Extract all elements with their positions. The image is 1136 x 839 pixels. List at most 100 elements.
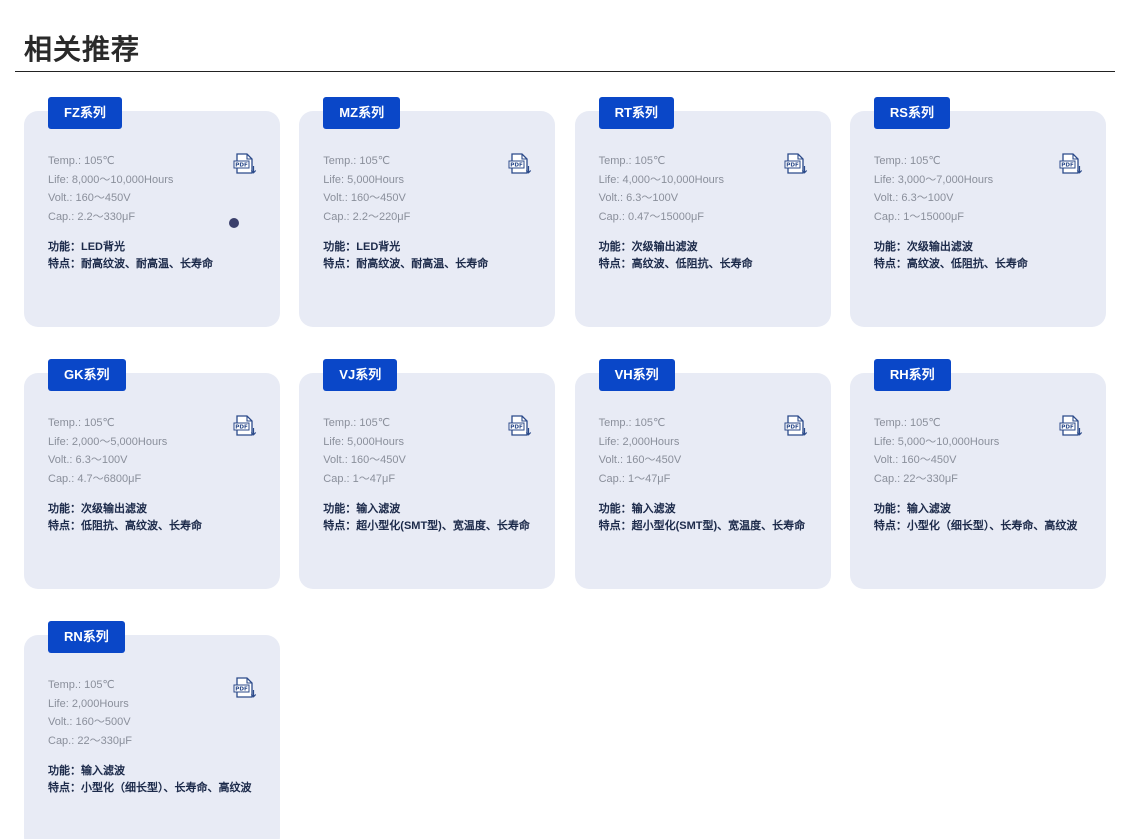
features-value: 低阻抗、高纹波、长寿命 <box>81 520 202 532</box>
spec-list: Temp.: 105℃ Life: 2,000Hours Volt.: 160～… <box>599 414 682 489</box>
svg-text:PDF: PDF <box>511 163 524 169</box>
product-card[interactable]: RN系列 Temp.: 105℃ Life: 2,000Hours Volt.:… <box>24 621 280 839</box>
spec-cap: Cap.: 22～330μF <box>874 470 999 489</box>
spec-temp-value: 105℃ <box>84 679 115 691</box>
spec-volt-value: 160～450V <box>626 454 682 467</box>
spec-list: Temp.: 105℃ Life: 4,000～10,000Hours Volt… <box>599 152 724 227</box>
features-line: 特点：耐高纹波、耐高温、长寿命 <box>48 256 256 273</box>
function-value: 次级输出滤波 <box>631 241 698 253</box>
spec-temp-label: Temp.: <box>323 155 357 167</box>
series-badge[interactable]: FZ系列 <box>48 97 122 129</box>
spec-temp: Temp.: 105℃ <box>874 414 999 433</box>
series-badge[interactable]: RN系列 <box>48 621 125 653</box>
spec-temp-value: 105℃ <box>84 417 115 429</box>
pdf-download-icon[interactable]: PDF <box>784 153 808 175</box>
features-value: 超小型化(SMT型)、宽温度、长寿命 <box>631 520 806 532</box>
series-badge[interactable]: RH系列 <box>873 359 951 391</box>
product-card[interactable]: RH系列 Temp.: 105℃ Life: 5,000～10,000Hours… <box>849 359 1106 589</box>
spec-temp-label: Temp.: <box>598 155 632 167</box>
spec-list: Temp.: 105℃ Life: 8,000～10,000Hours Volt… <box>48 152 173 227</box>
features-line: 特点：超小型化(SMT型)、宽温度、长寿命 <box>323 518 531 535</box>
pdf-download-icon[interactable]: PDF <box>508 415 532 437</box>
features-label: 特点： <box>598 258 632 270</box>
spec-life-label: Life: <box>598 435 620 448</box>
features-label: 特点： <box>873 258 907 270</box>
function-value: LED背光 <box>356 241 401 253</box>
function-label: 功能： <box>873 241 907 253</box>
series-badge[interactable]: VH系列 <box>598 359 675 391</box>
spec-volt-value: 6.3～100V <box>626 192 679 205</box>
product-card[interactable]: GK系列 Temp.: 105℃ Life: 2,000～5,000Hours … <box>24 359 280 589</box>
spec-temp-label: Temp.: <box>598 417 632 429</box>
pdf-download-icon[interactable]: PDF <box>1059 153 1083 175</box>
svg-text:PDF: PDF <box>235 163 248 169</box>
function-line: 功能：输入滤波 <box>48 763 256 780</box>
function-line: 功能：输入滤波 <box>323 501 531 518</box>
card-description: 功能：次级输出滤波 特点：低阻抗、高纹波、长寿命 <box>48 501 256 535</box>
spec-temp: Temp.: 105℃ <box>48 676 132 695</box>
spec-temp-label: Temp.: <box>48 155 82 167</box>
spec-cap: Cap.: 0.47～15000μF <box>599 208 724 227</box>
features-label: 特点： <box>598 520 632 532</box>
spec-temp-value: 105℃ <box>634 417 666 429</box>
page: 相关推荐 FZ系列 Temp.: 105℃ Life: 8,000～10,000… <box>0 0 1136 839</box>
spec-volt-label: Volt.: <box>48 454 73 467</box>
spec-life: Life: 2,000～5,000Hours <box>48 433 167 452</box>
features-label: 特点： <box>323 520 357 532</box>
product-card[interactable]: RS系列 Temp.: 105℃ Life: 3,000～7,000Hours … <box>849 97 1106 327</box>
series-badge[interactable]: RT系列 <box>598 97 674 129</box>
product-card[interactable]: RT系列 Temp.: 105℃ Life: 4,000～10,000Hours… <box>574 97 831 327</box>
spec-temp-label: Temp.: <box>48 417 82 429</box>
spec-cap-value: 22～330μF <box>77 735 133 748</box>
spec-cap: Cap.: 22～330μF <box>48 732 132 751</box>
spec-life: Life: 5,000Hours <box>323 171 410 190</box>
spec-life: Life: 8,000～10,000Hours <box>48 171 173 190</box>
pdf-download-icon[interactable]: PDF <box>233 677 257 699</box>
pdf-download-icon[interactable]: PDF <box>233 153 257 175</box>
spec-cap-value: 22～330μF <box>903 473 958 486</box>
function-line: 功能：LED背光 <box>323 239 531 256</box>
spec-life: Life: 3,000～7,000Hours <box>874 171 993 190</box>
function-line: 功能：次级输出滤波 <box>599 239 807 256</box>
pdf-download-icon[interactable]: PDF <box>1059 415 1083 437</box>
spec-life-value: 5,000Hours <box>347 173 405 186</box>
card-description: 功能：次级输出滤波 特点：高纹波、低阻抗、长寿命 <box>599 239 807 273</box>
spec-volt-value: 160～500V <box>75 716 131 729</box>
spec-volt-value: 6.3～100V <box>901 192 954 205</box>
spec-volt-value: 160～450V <box>350 192 406 205</box>
features-value: 超小型化(SMT型)、宽温度、长寿命 <box>356 520 530 532</box>
pdf-download-icon[interactable]: PDF <box>508 153 532 175</box>
function-value: 输入滤波 <box>906 503 951 515</box>
pdf-download-icon[interactable]: PDF <box>233 415 257 437</box>
series-badge[interactable]: RS系列 <box>873 97 950 129</box>
product-card[interactable]: VJ系列 Temp.: 105℃ Life: 5,000Hours Volt.:… <box>299 359 556 589</box>
features-line: 特点：低阻抗、高纹波、长寿命 <box>48 518 256 535</box>
function-line: 功能：输入滤波 <box>599 501 807 518</box>
product-card[interactable]: MZ系列 Temp.: 105℃ Life: 5,000Hours Volt.:… <box>299 97 556 327</box>
series-badge[interactable]: GK系列 <box>48 359 126 391</box>
card-description: 功能：输入滤波 特点：小型化（细长型）、长寿命、高纹波 <box>48 763 256 797</box>
series-badge[interactable]: VJ系列 <box>323 359 398 391</box>
function-value: 次级输出滤波 <box>81 503 147 515</box>
product-card[interactable]: VH系列 Temp.: 105℃ Life: 2,000Hours Volt.:… <box>574 359 831 589</box>
features-value: 小型化（细长型）、长寿命、高纹波 <box>906 520 1078 532</box>
spec-volt-label: Volt.: <box>48 192 73 205</box>
series-badge[interactable]: MZ系列 <box>323 97 401 129</box>
spec-volt-label: Volt.: <box>323 192 348 205</box>
spec-temp: Temp.: 105℃ <box>599 414 682 433</box>
spec-list: Temp.: 105℃ Life: 5,000Hours Volt.: 160～… <box>323 414 406 489</box>
spec-temp: Temp.: 105℃ <box>323 414 406 433</box>
features-line: 特点：小型化（细长型）、长寿命、高纹波 <box>48 780 256 797</box>
function-label: 功能： <box>323 241 357 253</box>
spec-volt-value: 160～450V <box>901 454 957 467</box>
spec-life-value: 5,000Hours <box>347 435 405 448</box>
spec-cap-value: 1～47μF <box>627 473 671 486</box>
svg-text:PDF: PDF <box>786 425 799 431</box>
pdf-download-icon[interactable]: PDF <box>784 415 808 437</box>
spec-life-label: Life: <box>598 173 620 186</box>
spec-temp-value: 105℃ <box>909 417 941 429</box>
product-card[interactable]: FZ系列 Temp.: 105℃ Life: 8,000～10,000Hours… <box>24 97 280 327</box>
features-line: 特点：耐高纹波、耐高温、长寿命 <box>323 256 531 273</box>
card-description: 功能：输入滤波 特点：超小型化(SMT型)、宽温度、长寿命 <box>599 501 807 535</box>
function-label: 功能： <box>873 503 907 515</box>
